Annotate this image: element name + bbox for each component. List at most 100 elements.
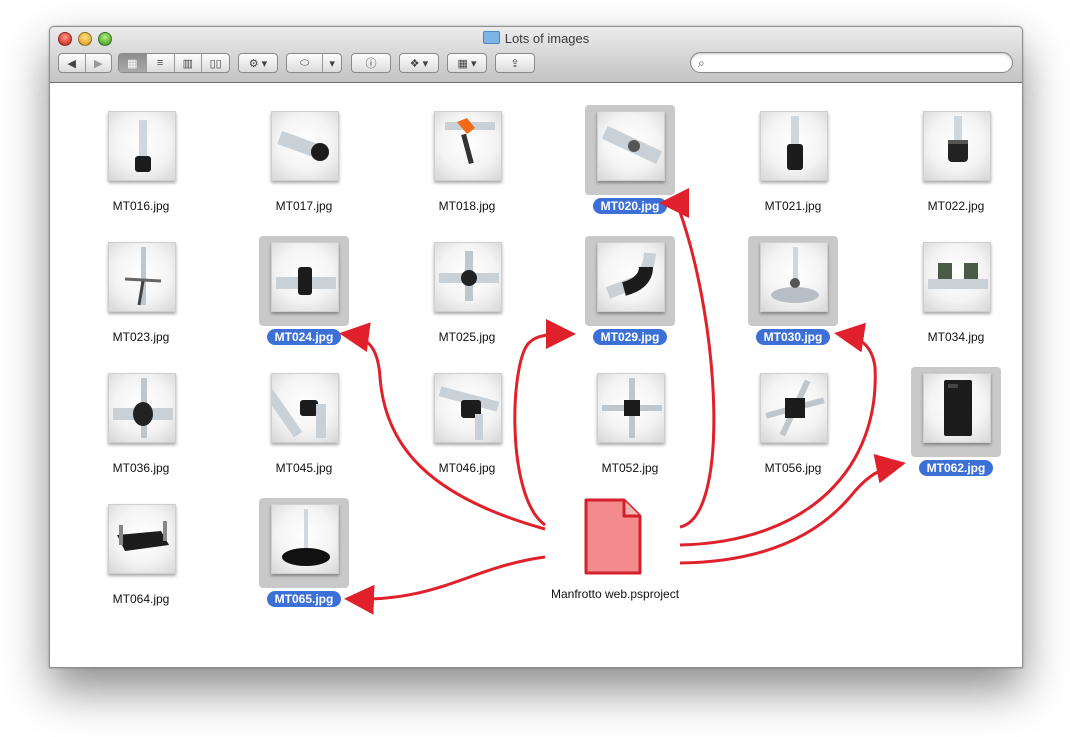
file-name: MT022.jpg — [865, 199, 1022, 213]
action-button[interactable]: ⚙ ▾ — [238, 53, 278, 73]
title-bar: Lots of images ◀ ▶ ▦ ≡ ▥ ▯▯ ⚙ ▾ ⬭ ▾ ⓘ ❖ … — [50, 27, 1022, 83]
forward-arrow-icon[interactable]: ▶ — [86, 54, 112, 72]
file-item[interactable]: MT046.jpg — [376, 367, 536, 477]
info-button[interactable]: ⓘ — [351, 53, 391, 73]
file-name: MT052.jpg — [539, 461, 721, 475]
file-item[interactable]: MT020.jpg — [539, 105, 699, 215]
file-item[interactable]: MT025.jpg — [376, 236, 536, 346]
file-name-text: MT065.jpg — [266, 591, 342, 607]
file-name-text: MT017.jpg — [275, 199, 333, 213]
file-name-text: MT056.jpg — [764, 461, 822, 475]
thumbnail-frame — [422, 105, 512, 195]
arrange-button[interactable]: ▦ ▾ — [447, 53, 487, 73]
finder-window: Lots of images ◀ ▶ ▦ ≡ ▥ ▯▯ ⚙ ▾ ⬭ ▾ ⓘ ❖ … — [49, 26, 1023, 668]
thumbnail-frame — [259, 236, 349, 326]
thumbnail-frame — [259, 367, 349, 457]
search-input[interactable] — [713, 55, 1007, 71]
thumbnail-frame — [748, 236, 838, 326]
file-item[interactable]: MT062.jpg — [865, 367, 1022, 477]
tag-button[interactable]: ⬭ ▾ — [286, 53, 342, 73]
back-arrow-icon[interactable]: ◀ — [59, 54, 86, 72]
tag-icon: ⬭ — [287, 54, 324, 72]
project-file-item[interactable]: Manfrotto web.psproject — [520, 497, 710, 607]
file-name: MT056.jpg — [702, 461, 884, 475]
file-item[interactable]: MT018.jpg — [376, 105, 536, 215]
back-forward-group: ◀ ▶ — [58, 53, 112, 73]
elbow-joint-image — [597, 242, 665, 312]
flange-clamp-image — [108, 373, 176, 443]
file-item[interactable]: MT024.jpg — [213, 236, 373, 346]
file-name: MT020.jpg — [539, 198, 721, 214]
round-base-image — [271, 504, 339, 574]
file-name: MT034.jpg — [865, 330, 1022, 344]
file-item[interactable]: MT017.jpg — [213, 105, 373, 215]
file-name-text: MT023.jpg — [112, 330, 170, 344]
share-button[interactable]: ⇪ — [495, 53, 535, 73]
thumbnail-frame — [911, 367, 1001, 457]
file-item[interactable]: MT045.jpg — [213, 367, 373, 477]
file-name-text: MT016.jpg — [112, 199, 170, 213]
arrow-to-mt062 — [679, 454, 906, 565]
file-item[interactable]: MT034.jpg — [865, 236, 1022, 346]
file-name-text: MT021.jpg — [764, 199, 822, 213]
rail-mount-image — [923, 242, 991, 312]
search-icon: ⌕ — [698, 56, 705, 70]
file-item[interactable]: MT016.jpg — [50, 105, 210, 215]
file-name-text: MT064.jpg — [112, 592, 170, 606]
file-item[interactable]: MT056.jpg — [702, 367, 862, 477]
file-item[interactable]: MT030.jpg — [702, 236, 862, 346]
file-name: MT029.jpg — [539, 329, 721, 345]
file-name: MT025.jpg — [376, 330, 558, 344]
coverflow-view-icon[interactable]: ▯▯ — [202, 54, 229, 72]
file-name: MT023.jpg — [50, 330, 232, 344]
file-name: MT036.jpg — [50, 461, 232, 475]
thumbnail-frame — [259, 105, 349, 195]
file-name: MT024.jpg — [213, 329, 395, 345]
file-item[interactable]: MT065.jpg — [213, 498, 373, 608]
angle-joint-image — [271, 373, 339, 443]
file-name: MT064.jpg — [50, 592, 232, 606]
file-name: MT045.jpg — [213, 461, 395, 475]
black-socket-image — [760, 111, 828, 181]
thumbnail-frame — [585, 105, 675, 195]
arrange-grid-icon: ▦ ▾ — [457, 57, 477, 70]
tube-foot-image — [108, 111, 176, 181]
view-mode-group: ▦ ≡ ▥ ▯▯ — [118, 53, 230, 73]
thumbnail-frame — [96, 498, 186, 588]
thumbnail-frame — [911, 236, 1001, 326]
file-name-text: MT036.jpg — [112, 461, 170, 475]
orange-clamp-image — [434, 111, 502, 181]
swivel-clamp-image — [434, 373, 502, 443]
file-name-text: MT024.jpg — [266, 329, 342, 345]
search-field[interactable]: ⌕ — [690, 52, 1013, 73]
folder-icon — [482, 31, 500, 44]
file-item[interactable]: MT021.jpg — [702, 105, 862, 215]
black-box-image — [923, 373, 991, 443]
icon-view-icon[interactable]: ▦ — [119, 54, 147, 72]
file-name-text: MT022.jpg — [927, 199, 985, 213]
file-name-text: MT045.jpg — [275, 461, 333, 475]
gear-icon: ⚙ ▾ — [248, 57, 268, 70]
list-view-icon[interactable]: ≡ — [147, 54, 175, 72]
file-name: MT065.jpg — [213, 591, 395, 607]
window-title: Lots of images — [50, 31, 1022, 46]
tube-joint-image — [597, 111, 665, 181]
file-item[interactable]: MT023.jpg — [50, 236, 210, 346]
file-item[interactable]: MT052.jpg — [539, 367, 699, 477]
file-name-text: MT034.jpg — [927, 330, 985, 344]
file-item[interactable]: MT064.jpg — [50, 498, 210, 608]
thumbnail-frame — [585, 367, 675, 457]
thumbnail-frame — [259, 498, 349, 588]
file-item[interactable]: MT029.jpg — [539, 236, 699, 346]
column-view-icon[interactable]: ▥ — [175, 54, 203, 72]
thumbnail-frame — [748, 367, 838, 457]
file-item[interactable]: MT036.jpg — [50, 367, 210, 477]
file-name-text: MT062.jpg — [918, 460, 994, 476]
file-name: MT018.jpg — [376, 199, 558, 213]
suction-base-image — [760, 242, 828, 312]
dropbox-button[interactable]: ❖ ▾ — [399, 53, 439, 73]
file-name-text: MT046.jpg — [438, 461, 496, 475]
file-item[interactable]: MT022.jpg — [865, 105, 1022, 215]
file-name: MT017.jpg — [213, 199, 395, 213]
knurled-knob-image — [923, 111, 991, 181]
